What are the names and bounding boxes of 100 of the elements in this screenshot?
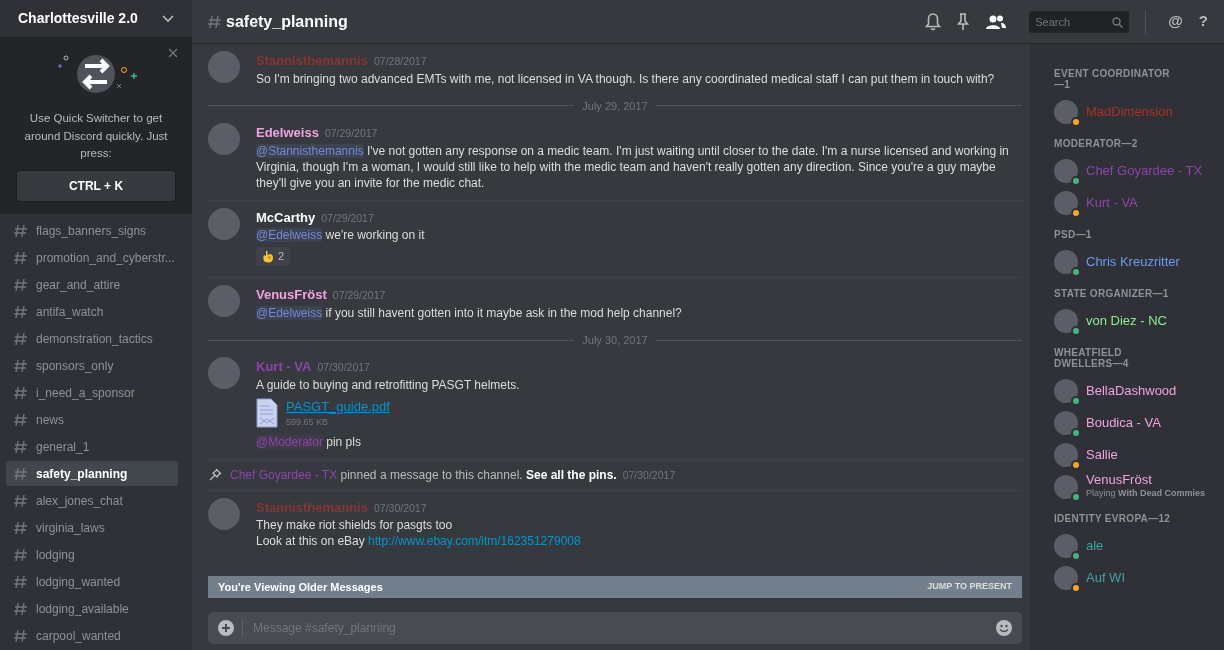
- pins-link[interactable]: See all the pins.: [525, 467, 617, 482]
- quick-switcher-text: Use Quick Switcher to get around Discord quickly. Just press:: [23, 111, 169, 161]
- timestamp: 07/30/2017: [317, 361, 370, 374]
- hash-icon: [14, 250, 28, 265]
- plus-icon[interactable]: [218, 620, 234, 636]
- avatar[interactable]: [1054, 309, 1078, 333]
- smiley-icon[interactable]: [996, 620, 1012, 636]
- username[interactable]: Edelweiss: [256, 125, 319, 140]
- document-icon: [256, 398, 278, 429]
- member-name[interactable]: Boudica - VA: [1086, 413, 1161, 433]
- reaction-button[interactable]: 2: [256, 247, 291, 266]
- timestamp: 07/29/2017: [332, 289, 386, 302]
- jump-to-present-button[interactable]: JUMP TO PRESENT: [927, 580, 1012, 594]
- channel-item[interactable]: sponsors_only: [6, 353, 178, 378]
- username[interactable]: VenusFröst: [256, 287, 327, 303]
- hash-icon: [14, 385, 28, 400]
- channel-item[interactable]: lodging_available: [6, 596, 178, 621]
- channel-item[interactable]: flags_banners_signs: [6, 218, 178, 243]
- message-text: They make riot shields for pasgts too: [256, 517, 454, 534]
- bell-icon[interactable]: [925, 12, 942, 31]
- members-icon[interactable]: [985, 13, 1008, 30]
- message-text: @Edelweiss we're working on it: [256, 227, 426, 243]
- channel-item[interactable]: carpool_wanted: [6, 623, 178, 648]
- timestamp: 07/30/2017: [373, 501, 427, 514]
- pin-icon[interactable]: [957, 12, 970, 31]
- shortcut-button[interactable]: CTRL + K: [16, 170, 176, 202]
- avatar[interactable]: [1054, 379, 1078, 403]
- avatar[interactable]: [1054, 475, 1078, 499]
- older-messages-text: You're Viewing Older Messages: [218, 579, 383, 595]
- channel-item[interactable]: antifa_watch: [6, 299, 178, 324]
- mentions-button[interactable]: @: [1162, 10, 1189, 33]
- avatar[interactable]: [1054, 100, 1078, 124]
- channel-item[interactable]: general_1: [6, 434, 178, 459]
- message-text: @Stannisthemannis I've not gotten any response on a medic team. I'm just waiting until closer to the date. I'm a nurse licensed and working in Virginia, though I'm a woman, I would still like to help with the medic team and haven't really gotten any direction. Since you're a guy maybe they'll give you an invite for the medic chat.: [256, 142, 1010, 191]
- role-heading: IDENTITY EVROPA—12: [1054, 513, 1172, 524]
- hash-icon: [14, 412, 28, 427]
- member-name[interactable]: Kurt - VA: [1086, 193, 1138, 213]
- member-name[interactable]: Chef Goyardee - TX: [1086, 161, 1203, 181]
- system-message: Chef Goyardee - TX pinned a message to this channel. See all the pins. 07/30/2017: [230, 466, 676, 484]
- hash-icon: [14, 601, 28, 616]
- date-divider: July 30, 2017: [582, 332, 648, 348]
- timestamp: 07/28/2017: [373, 55, 427, 67]
- hash-icon: [14, 493, 28, 508]
- avatar[interactable]: [1054, 250, 1078, 274]
- message-link[interactable]: http://www.ebay.com/itm/162351279008: [368, 534, 581, 549]
- channel-item[interactable]: lodging_wanted: [6, 569, 178, 594]
- hash-icon: [14, 547, 28, 562]
- hash-icon: [14, 574, 28, 589]
- channel-item[interactable]: virginia_laws: [6, 515, 178, 540]
- hash-icon: [14, 223, 28, 238]
- channel-item[interactable]: news: [6, 407, 178, 432]
- avatar[interactable]: [1054, 443, 1078, 467]
- hash-icon: [14, 439, 28, 454]
- hash-icon: [14, 304, 28, 319]
- member-name[interactable]: Chris Kreuzritter: [1086, 252, 1180, 272]
- message-text: Look at this on eBay http://www.ebay.com/itm/162351279008: [256, 533, 582, 550]
- channel-item[interactable]: promotion_and_cyberstr...: [6, 245, 178, 270]
- avatar[interactable]: [1054, 566, 1078, 590]
- avatar[interactable]: [1054, 534, 1078, 558]
- member-name[interactable]: von Diez - NC: [1086, 311, 1167, 331]
- channel-item[interactable]: safety_planning: [6, 461, 178, 486]
- member-name[interactable]: ale: [1086, 536, 1104, 556]
- role-heading: STATE ORGANIZER—1: [1054, 288, 1170, 299]
- server-name[interactable]: Charlottesville 2.0: [18, 8, 138, 30]
- timestamp: 07/29/2017: [321, 211, 374, 224]
- message-text: A guide to buying and retrofitting PASGT helmets.: [256, 376, 521, 393]
- hash-icon: [14, 331, 28, 346]
- hash-icon: [14, 466, 28, 481]
- member-name[interactable]: BellaDashwood: [1086, 381, 1177, 401]
- avatar[interactable]: [1054, 411, 1078, 435]
- hash-icon: [14, 358, 28, 373]
- close-icon[interactable]: [168, 48, 178, 59]
- member-activity: Playing With Dead Commies: [1086, 487, 1205, 501]
- member-name[interactable]: VenusFröst: [1086, 473, 1205, 488]
- channel-item[interactable]: lodging: [6, 542, 178, 567]
- channel-item[interactable]: i_need_a_sponsor: [6, 380, 178, 405]
- channel-item[interactable]: demonstration_tactics: [6, 326, 178, 351]
- hand-icon: [262, 249, 274, 264]
- channel-item[interactable]: gear_and_attire: [6, 272, 178, 297]
- username[interactable]: McCarthy: [256, 209, 316, 225]
- avatar[interactable]: [1054, 191, 1078, 215]
- hash-icon: [14, 520, 28, 535]
- timestamp: 07/29/2017: [324, 127, 378, 139]
- hash-icon: [14, 277, 28, 292]
- role-heading: EVENT COORDINATOR—1: [1054, 68, 1171, 90]
- channel-item[interactable]: alex_jones_chat: [6, 488, 178, 513]
- search-field[interactable]: Search: [1029, 10, 1130, 33]
- channel-title: safety_planning: [226, 11, 348, 32]
- member-name[interactable]: Auf WI: [1086, 568, 1125, 588]
- avatar[interactable]: [1054, 159, 1078, 183]
- member-name[interactable]: Sallie: [1086, 445, 1118, 465]
- date-divider: July 29, 2017: [582, 98, 648, 114]
- role-heading: PSD—1: [1054, 229, 1093, 240]
- role-heading: WHEATFIELD DWELLERS—4: [1054, 347, 1130, 369]
- message-text: @Moderator pin pls: [256, 433, 362, 450]
- help-button[interactable]: ?: [1192, 10, 1214, 33]
- chevron-down-icon[interactable]: [162, 14, 174, 23]
- hash-icon: [14, 628, 28, 643]
- hash-icon: [208, 14, 222, 29]
- file-link[interactable]: PASGT_guide.pdf: [286, 396, 390, 417]
